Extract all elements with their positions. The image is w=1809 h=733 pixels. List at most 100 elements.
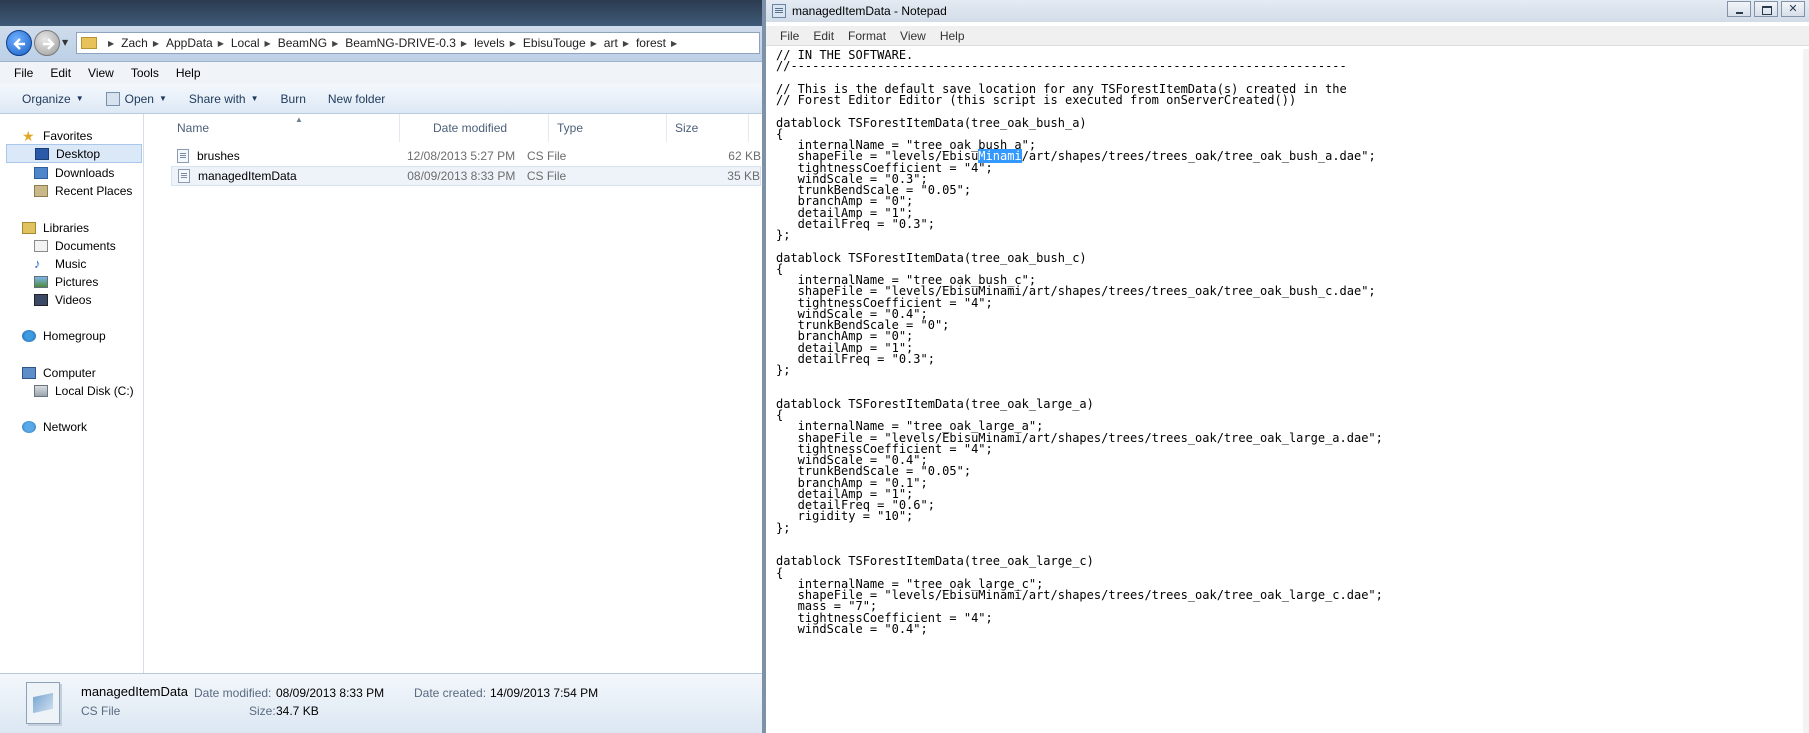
nav-favorites[interactable]: ★ Favorites xyxy=(22,126,92,145)
chevron-right-icon[interactable]: ▶ xyxy=(461,39,467,48)
file-size: 35 KB xyxy=(727,169,760,183)
chevron-right-icon[interactable]: ▶ xyxy=(332,39,338,48)
star-icon: ★ xyxy=(22,127,35,144)
desktop-icon xyxy=(35,147,49,160)
nav-desktop[interactable]: Desktop xyxy=(6,144,142,163)
address-row: ▼ ▶ Zach ▶ AppData ▶ Local ▶ BeamNG ▶ BeamNG-DRI… xyxy=(0,26,762,62)
documents-icon xyxy=(34,239,48,252)
nav-label: Recent Places xyxy=(55,183,133,198)
arrow-left-icon xyxy=(13,38,25,50)
nav-videos[interactable]: Videos xyxy=(34,290,91,309)
close-icon: ✕ xyxy=(1788,3,1798,15)
window-title: managedItemData - Notepad xyxy=(792,4,947,18)
chevron-right-icon[interactable]: ▶ xyxy=(671,39,677,48)
chevron-right-icon[interactable]: ▶ xyxy=(108,39,114,48)
menu-help[interactable]: Help xyxy=(940,29,965,43)
menu-format[interactable]: Format xyxy=(848,29,886,43)
nav-label: Local Disk (C:) xyxy=(55,383,134,398)
nav-downloads[interactable]: Downloads xyxy=(34,163,114,182)
nav-label: Favorites xyxy=(43,128,93,143)
breadcrumb-item[interactable]: BeamNG xyxy=(278,36,327,50)
window-controls: ✕ xyxy=(1724,1,1805,17)
menu-tools[interactable]: Tools xyxy=(131,66,159,80)
nav-label: Documents xyxy=(55,238,116,253)
organize-label: Organize xyxy=(22,91,71,106)
pictures-icon xyxy=(34,275,48,288)
chevron-right-icon[interactable]: ▶ xyxy=(591,39,597,48)
breadcrumb-item[interactable]: BeamNG-DRIVE-0.3 xyxy=(345,36,456,50)
menu-view[interactable]: View xyxy=(900,29,926,43)
chevron-right-icon[interactable]: ▶ xyxy=(153,39,159,48)
file-name: brushes xyxy=(197,149,240,163)
breadcrumb-item[interactable]: art xyxy=(604,36,618,50)
nav-label: Libraries xyxy=(43,220,90,235)
address-bar[interactable]: ▶ Zach ▶ AppData ▶ Local ▶ BeamNG ▶ BeamNG-DRIVE… xyxy=(76,32,760,54)
breadcrumb-item[interactable]: levels xyxy=(474,36,505,50)
navigation-pane: ★ Favorites Desktop Downloads Recent Pla… xyxy=(0,114,144,673)
nav-label: Music xyxy=(55,256,87,271)
nav-pictures[interactable]: Pictures xyxy=(34,272,98,291)
burn-button[interactable]: Burn xyxy=(281,92,306,106)
downloads-icon xyxy=(34,166,48,179)
column-label: Type xyxy=(557,121,584,135)
vertical-scrollbar[interactable] xyxy=(1803,49,1809,733)
breadcrumb: Zach ▶ AppData ▶ Local ▶ BeamNG ▶ BeamNG-DRIVE-0… xyxy=(121,36,684,50)
nav-network[interactable]: Network xyxy=(22,417,87,436)
menu-view[interactable]: View xyxy=(88,66,114,80)
nav-music[interactable]: ♪ Music xyxy=(34,254,86,273)
details-size-label: Size: xyxy=(249,704,276,718)
file-row-managed-item-data[interactable]: managedItemData 08/09/2013 8:33 PM CS Fi… xyxy=(171,166,761,186)
forward-button[interactable] xyxy=(34,30,60,56)
nav-local-disk[interactable]: Local Disk (C:) xyxy=(34,381,134,400)
organize-button[interactable]: Organize ▼ xyxy=(22,92,84,106)
maximize-button[interactable] xyxy=(1754,1,1778,17)
sort-ascending-icon: ▲ xyxy=(295,115,303,124)
notepad-window: managedItemData - Notepad ✕ File Edit Fo… xyxy=(762,0,1809,733)
file-row-brushes[interactable]: brushes 12/08/2013 5:27 PM CS File 62 KB xyxy=(171,146,761,166)
breadcrumb-item[interactable]: EbisuTouge xyxy=(523,36,586,50)
nav-label: Pictures xyxy=(55,274,99,289)
breadcrumb-item[interactable]: forest xyxy=(636,36,666,50)
chevron-right-icon[interactable]: ▶ xyxy=(623,39,629,48)
notepad-menubar: File Edit Format View Help xyxy=(766,26,1809,46)
breadcrumb-item[interactable]: AppData xyxy=(166,36,213,50)
recent-pages-dropdown-icon[interactable]: ▼ xyxy=(62,38,68,47)
new-folder-button[interactable]: New folder xyxy=(328,92,385,106)
chevron-right-icon[interactable]: ▶ xyxy=(510,39,516,48)
breadcrumb-item[interactable]: Local xyxy=(231,36,260,50)
column-date-modified[interactable]: Date modified xyxy=(427,114,549,142)
arrow-right-icon xyxy=(43,38,55,50)
file-list: Name ▲ Date modified Type Size brushes 1… xyxy=(145,114,762,673)
text-line: detailFreq = "0.3"; xyxy=(776,216,935,231)
breadcrumb-item[interactable]: Zach xyxy=(121,36,148,50)
menu-help[interactable]: Help xyxy=(176,66,201,80)
menu-edit[interactable]: Edit xyxy=(813,29,834,43)
column-type[interactable]: Type xyxy=(551,114,667,142)
column-name[interactable]: Name xyxy=(171,114,400,142)
close-button[interactable]: ✕ xyxy=(1781,1,1805,17)
column-label: Name xyxy=(177,121,210,135)
back-button[interactable] xyxy=(6,30,32,56)
nav-computer[interactable]: Computer xyxy=(22,363,96,382)
minimize-button[interactable] xyxy=(1727,1,1751,17)
nav-documents[interactable]: Documents xyxy=(34,236,116,255)
chevron-right-icon[interactable]: ▶ xyxy=(218,39,224,48)
nav-label: Computer xyxy=(43,365,96,380)
nav-label: Desktop xyxy=(56,146,101,161)
menu-edit[interactable]: Edit xyxy=(50,66,71,80)
explorer-menubar: File Edit View Tools Help xyxy=(0,62,762,84)
chevron-right-icon[interactable]: ▶ xyxy=(265,39,271,48)
menu-file[interactable]: File xyxy=(14,66,33,80)
share-with-button[interactable]: Share with ▼ xyxy=(189,92,259,106)
nav-libraries[interactable]: Libraries xyxy=(22,218,89,237)
chevron-down-icon: ▼ xyxy=(75,94,84,103)
nav-recent-places[interactable]: Recent Places xyxy=(34,181,132,200)
burn-label: Burn xyxy=(280,91,306,106)
cs-file-icon xyxy=(177,149,189,163)
open-button[interactable]: Open ▼ xyxy=(105,91,167,106)
text-editor[interactable]: // IN THE SOFTWARE.//-------------------… xyxy=(776,49,1796,733)
column-size[interactable]: Size xyxy=(669,114,749,142)
menu-file[interactable]: File xyxy=(780,29,799,43)
nav-homegroup[interactable]: Homegroup xyxy=(22,326,106,345)
column-label: Date modified xyxy=(433,121,508,135)
